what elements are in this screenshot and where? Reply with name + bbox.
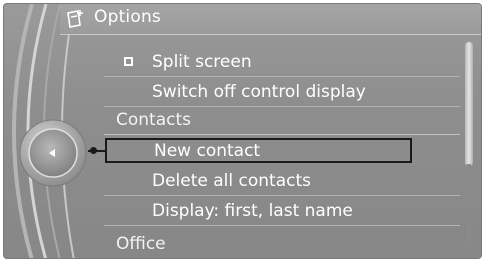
page-title: Options: [94, 7, 161, 27]
controller-knob[interactable]: [18, 118, 88, 188]
scrollbar-track: [467, 164, 471, 244]
settings-document-icon: [67, 10, 83, 28]
split-screen-checkbox[interactable]: [124, 57, 133, 66]
display-frame: Options Split screen Switch off control …: [3, 3, 482, 259]
selection-connector-dot: [90, 147, 97, 154]
section-header-contacts: Contacts: [104, 105, 460, 135]
scrollbar-thumb[interactable]: [465, 42, 473, 166]
menu-item-split-screen[interactable]: Split screen: [104, 47, 460, 77]
menu-item-label: New contact: [154, 141, 261, 161]
menu-item-label: Display: first, last name: [152, 201, 353, 221]
menu-item-label: Switch off control display: [152, 82, 366, 102]
menu-item-label: Delete all contacts: [152, 171, 312, 191]
menu-item-delete-all-contacts[interactable]: Delete all contacts: [104, 166, 460, 196]
header-bar: Options: [60, 4, 481, 35]
section-label: Contacts: [116, 110, 191, 130]
menu-item-label: Split screen: [152, 52, 252, 72]
menu-item-display-name-order[interactable]: Display: first, last name: [104, 196, 460, 226]
menu-item-new-contact[interactable]: New contact: [105, 138, 412, 163]
section-header-office: Office: [104, 229, 460, 258]
section-label: Office: [116, 234, 166, 254]
menu-item-switch-off-display[interactable]: Switch off control display: [104, 77, 460, 107]
